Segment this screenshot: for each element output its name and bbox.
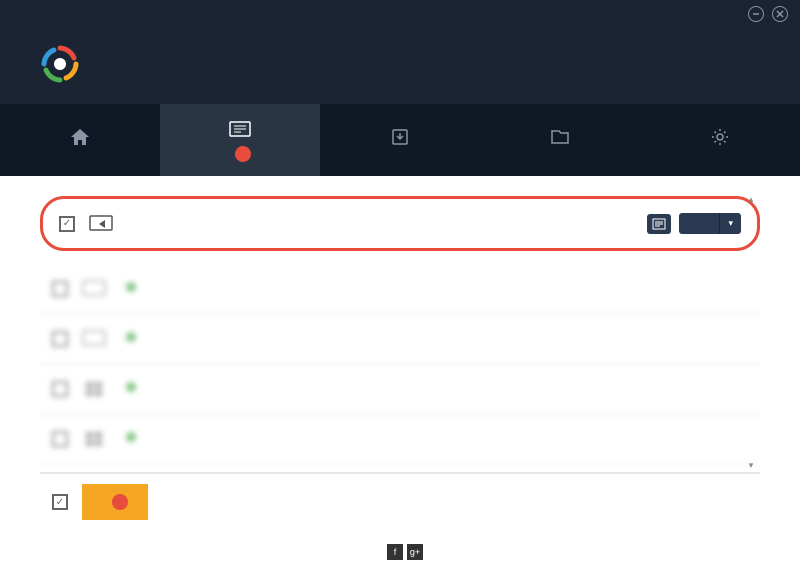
driver-checkbox[interactable] bbox=[52, 281, 68, 297]
action-footer: ✓ bbox=[40, 472, 760, 530]
driver-name bbox=[120, 281, 748, 295]
brand-header bbox=[0, 28, 800, 104]
scroll-up-icon[interactable]: ▴ bbox=[744, 192, 758, 206]
backup-icon bbox=[389, 126, 411, 148]
status-dot-ok-icon bbox=[126, 382, 136, 392]
update-button-label bbox=[679, 219, 719, 229]
nav-driver-updates[interactable] bbox=[160, 104, 320, 176]
scroll-down-icon[interactable]: ▾ bbox=[744, 458, 758, 472]
driver-row bbox=[40, 365, 760, 415]
driver-name bbox=[120, 381, 734, 395]
status-dot-ok-icon bbox=[126, 432, 136, 442]
monitor-icon bbox=[82, 279, 106, 299]
googleplus-icon[interactable]: g+ bbox=[407, 544, 423, 560]
driver-row bbox=[40, 415, 760, 465]
facebook-icon[interactable]: f bbox=[387, 544, 403, 560]
update-button[interactable]: ▾ bbox=[679, 213, 741, 234]
driver-checkbox[interactable] bbox=[52, 431, 68, 447]
windows-icon bbox=[82, 379, 106, 399]
main-nav bbox=[0, 104, 800, 176]
driver-checkbox[interactable]: ✓ bbox=[59, 216, 75, 232]
home-icon bbox=[69, 126, 91, 148]
driver-name bbox=[120, 331, 748, 345]
minimize-button[interactable] bbox=[748, 6, 764, 22]
update-count-badge bbox=[235, 146, 251, 162]
download-install-button[interactable] bbox=[82, 484, 148, 520]
content-area: ✓ ▾ bbox=[0, 176, 800, 536]
titlebar bbox=[0, 0, 800, 28]
windows-icon bbox=[82, 429, 106, 449]
scrollbar[interactable]: ▴ ▾ bbox=[744, 192, 758, 472]
restore-icon bbox=[549, 126, 571, 148]
driver-icon bbox=[229, 118, 251, 140]
nav-home[interactable] bbox=[0, 104, 160, 176]
nav-settings[interactable] bbox=[640, 104, 800, 176]
download-count-badge bbox=[112, 494, 128, 510]
status-dot-ok-icon bbox=[126, 282, 136, 292]
driver-row bbox=[40, 265, 760, 315]
gear-icon bbox=[709, 126, 731, 148]
app-logo-icon bbox=[40, 44, 80, 84]
driver-list: ✓ ▾ bbox=[40, 192, 760, 472]
driver-checkbox[interactable] bbox=[52, 381, 68, 397]
driver-checkbox[interactable] bbox=[52, 331, 68, 347]
status-dot-ok-icon bbox=[126, 332, 136, 342]
close-button[interactable] bbox=[772, 6, 788, 22]
driver-name bbox=[120, 431, 734, 445]
audio-icon bbox=[82, 329, 106, 349]
select-all-checkbox[interactable]: ✓ bbox=[52, 494, 68, 510]
driver-info-button[interactable] bbox=[647, 214, 671, 234]
nav-restore[interactable] bbox=[480, 104, 640, 176]
driver-row bbox=[40, 315, 760, 365]
nav-backup[interactable] bbox=[320, 104, 480, 176]
monitor-icon bbox=[89, 214, 113, 234]
chevron-down-icon[interactable]: ▾ bbox=[719, 213, 741, 234]
driver-row-highlighted: ✓ ▾ bbox=[40, 196, 760, 251]
app-footer: f g+ bbox=[0, 536, 800, 568]
